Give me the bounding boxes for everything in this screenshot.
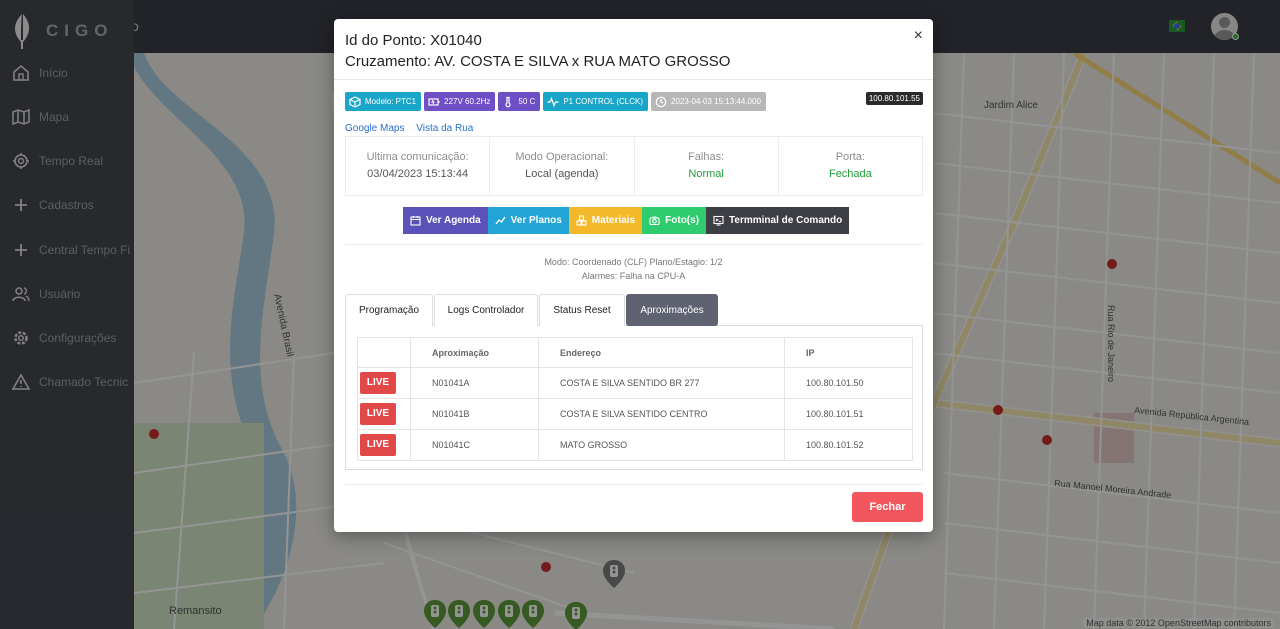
photos-button[interactable]: Foto(s) xyxy=(642,207,707,234)
close-button[interactable]: Fechar xyxy=(852,492,923,522)
endereco-cell: MATO GROSSO xyxy=(538,429,785,461)
google-maps-link[interactable]: Google Maps xyxy=(345,123,404,134)
crossing-label: Cruzamento: xyxy=(345,53,431,70)
last-communication-cell: Ultima comunicação: 03/04/2023 15:13:44 xyxy=(346,137,491,195)
info-title: Ultima comunicação: xyxy=(366,151,469,163)
modal-header: Id do Ponto: X01040 Cruzamento: AV. COST… xyxy=(334,19,933,80)
model-badge-text: Modelo: PTC1 xyxy=(365,97,417,106)
terminal-icon xyxy=(713,215,724,226)
info-value: 03/04/2023 15:13:44 xyxy=(367,168,469,180)
tab-logs-controlador[interactable]: Logs Controlador xyxy=(434,294,538,326)
view-plans-button[interactable]: Ver Planos xyxy=(487,207,569,234)
live-button[interactable]: LIVE xyxy=(360,403,396,425)
point-id-line: Id do Ponto: X01040 xyxy=(345,30,922,51)
ip-cell: 100.80.101.51 xyxy=(784,398,913,430)
point-details-modal: Id do Ponto: X01040 Cruzamento: AV. COST… xyxy=(334,19,933,532)
point-id-label: Id do Ponto: xyxy=(345,32,426,49)
endereco-cell: COSTA E SILVA SENTIDO CENTRO xyxy=(538,398,785,430)
street-view-link[interactable]: Vista da Rua xyxy=(416,123,473,134)
calendar-icon xyxy=(410,216,421,226)
voltage-badge-text: 227V 60.2Hz xyxy=(444,97,491,106)
crossing-line: Cruzamento: AV. COSTA E SILVA x RUA MATO… xyxy=(345,51,922,72)
view-schedule-button[interactable]: Ver Agenda xyxy=(403,207,488,234)
pulse-icon xyxy=(547,96,559,107)
button-label: Ver Planos xyxy=(510,215,562,226)
point-id-value: X01040 xyxy=(430,32,482,49)
close-icon[interactable]: × xyxy=(914,27,923,45)
info-title: Falhas: xyxy=(688,151,725,163)
ip-address-tag: 100.80.101.55 xyxy=(865,92,923,105)
battery-icon xyxy=(428,97,440,106)
materials-button[interactable]: Materiais xyxy=(568,207,643,234)
table-row: LIVE N01041C MATO GROSSO 100.80.101.52 xyxy=(357,429,913,461)
voltage-badge: 227V 60.2Hz xyxy=(424,92,496,111)
info-title: Modo Operacional: xyxy=(515,151,609,163)
aproximacoes-panel: Aproximação Endereço IP LIVE N01041A COS… xyxy=(345,325,923,470)
live-cell: LIVE xyxy=(357,398,411,430)
control-badge-text: P1 CONTROL (CLCK) xyxy=(563,97,644,106)
timestamp-badge: 2023-04-03 15:13:44.000 xyxy=(651,92,766,111)
column-header: Aproximação xyxy=(410,337,539,368)
tab-aproximacoes[interactable]: Aproximações xyxy=(626,294,718,326)
table-row: LIVE N01041A COSTA E SILVA SENTIDO BR 27… xyxy=(357,367,913,399)
table-header-row: Aproximação Endereço IP xyxy=(357,337,913,368)
button-label: Termminal de Comando xyxy=(729,215,843,226)
column-header: Endereço xyxy=(538,337,785,368)
info-value: Fechada xyxy=(828,168,872,180)
alarm-line: Alarmes: Falha na CPU-A xyxy=(581,271,686,281)
temperature-badge: 50 C xyxy=(498,92,541,111)
temperature-badge-text: 50 C xyxy=(518,97,536,106)
live-cell: LIVE xyxy=(357,429,411,461)
table-row: LIVE N01041B COSTA E SILVA SENTIDO CENTR… xyxy=(357,398,913,430)
mode-line: Modo: Coordenado (CLF) Plano/Estagio: 1/… xyxy=(544,257,723,267)
crossing-value: AV. COSTA E SILVA x RUA MATO GROSSO xyxy=(434,53,731,70)
info-title: Porta: xyxy=(835,151,866,163)
chart-line-icon xyxy=(495,216,506,225)
control-badge: P1 CONTROL (CLCK) xyxy=(543,92,649,111)
divider xyxy=(345,244,923,245)
column-header xyxy=(357,337,411,368)
endereco-cell: COSTA E SILVA SENTIDO BR 277 xyxy=(538,367,785,399)
live-button[interactable]: LIVE xyxy=(360,434,396,456)
thermometer-icon xyxy=(505,96,511,107)
ip-cell: 100.80.101.52 xyxy=(784,429,913,461)
button-label: Ver Agenda xyxy=(426,215,481,226)
column-header: IP xyxy=(784,337,913,368)
ip-cell: 100.80.101.50 xyxy=(784,367,913,399)
external-links: Google Maps Vista da Rua xyxy=(345,123,482,134)
detail-tabs: Programação Logs Controlador Status Rese… xyxy=(345,294,923,326)
divider xyxy=(345,484,923,485)
cube-icon xyxy=(349,95,361,108)
info-value: Local (agenda) xyxy=(525,168,599,180)
model-badge: Modelo: PTC1 xyxy=(345,92,422,111)
action-buttons: Ver Agenda Ver Planos Materiais Foto(s) … xyxy=(403,207,850,234)
aproximacao-cell: N01041B xyxy=(410,398,539,430)
boxes-icon xyxy=(576,215,587,226)
timestamp-badge-text: 2023-04-03 15:13:44.000 xyxy=(671,97,761,106)
tab-status-reset[interactable]: Status Reset xyxy=(539,294,625,326)
aproximacao-cell: N01041A xyxy=(410,367,539,399)
approaches-table: Aproximação Endereço IP LIVE N01041A COS… xyxy=(357,337,913,461)
aproximacao-cell: N01041C xyxy=(410,429,539,461)
command-terminal-button[interactable]: Termminal de Comando xyxy=(706,207,850,234)
status-badges: Modelo: PTC1 227V 60.2Hz 50 C P1 CONTROL… xyxy=(345,92,766,111)
clock-icon xyxy=(655,96,667,107)
status-info-row: Ultima comunicação: 03/04/2023 15:13:44 … xyxy=(345,136,923,196)
info-value: Normal xyxy=(688,168,724,180)
button-label: Materiais xyxy=(591,215,636,226)
button-label: Foto(s) xyxy=(665,215,700,226)
live-button[interactable]: LIVE xyxy=(360,372,396,394)
live-cell: LIVE xyxy=(357,367,411,399)
door-cell: Porta: Fechada xyxy=(779,137,922,195)
operational-mode-cell: Modo Operacional: Local (agenda) xyxy=(490,137,635,195)
tab-programacao[interactable]: Programação xyxy=(345,294,433,326)
camera-icon xyxy=(649,216,660,226)
failures-cell: Falhas: Normal xyxy=(635,137,779,195)
